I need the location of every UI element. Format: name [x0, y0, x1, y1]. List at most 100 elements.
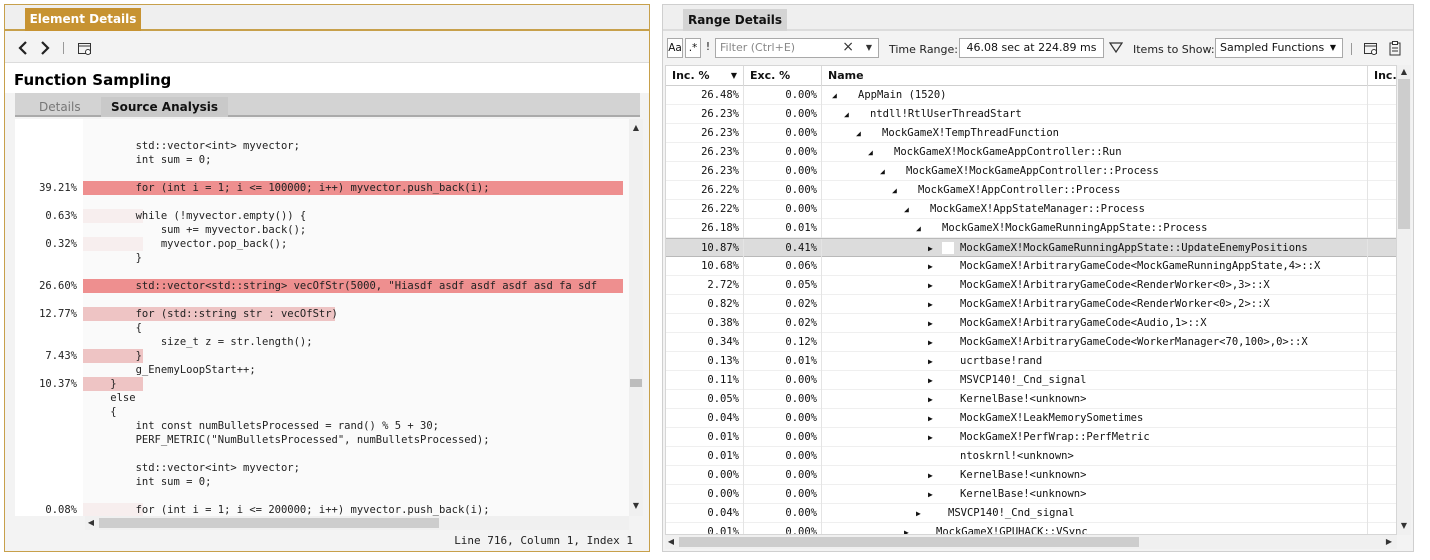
expand-triangle-icon[interactable]: ▶	[928, 371, 933, 390]
table-row[interactable]: 2.72% 0.05% ▶ MockGameX!ArbitraryGameCode<R…	[666, 276, 1396, 295]
code-line[interactable]: sum += myvector.back();	[85, 223, 306, 237]
table-row[interactable]: 0.01% 0.00% ntoskrnl!<unknown>	[666, 447, 1396, 466]
code-horizontal-scrollbar[interactable]: ◀	[85, 516, 629, 530]
code-line[interactable]: else	[85, 391, 135, 405]
items-to-show-select[interactable]: Sampled Functions ▼	[1215, 38, 1343, 58]
code-line[interactable]: }	[85, 251, 142, 265]
expand-triangle-icon[interactable]: ▶	[928, 276, 933, 295]
table-row[interactable]: 10.87% 0.41% ▶ MockGameX!MockGameRunningApp…	[666, 238, 1396, 258]
chevron-down-icon[interactable]: ▼	[866, 43, 872, 52]
collapse-triangle-icon[interactable]: ◢	[880, 162, 885, 181]
match-case-toggle[interactable]: Aa	[667, 38, 683, 58]
expand-triangle-icon[interactable]: ▶	[928, 466, 933, 485]
code-line[interactable]: }	[85, 349, 142, 363]
collapse-triangle-icon[interactable]: ◢	[892, 181, 897, 200]
scroll-thumb[interactable]	[679, 537, 1139, 547]
code-line[interactable]: PERF_METRIC("NumBulletsProcessed", numBu…	[85, 433, 490, 447]
code-line[interactable]: for (int i = 1; i <= 200000; i++) myvect…	[85, 503, 490, 516]
source-code-view[interactable]: 39.21% 0.63% 0.32% 26.60% 12.77% 7.43% 10.37% 0…	[15, 119, 629, 516]
code-line[interactable]: }	[85, 377, 116, 391]
code-line[interactable]: myvector.pop_back();	[85, 237, 287, 251]
expand-triangle-icon[interactable]: ▶	[928, 390, 933, 409]
table-row[interactable]: 26.23% 0.00% ◢ MockGameX!MockGameAppControl…	[666, 162, 1396, 181]
tab-details[interactable]: Details	[29, 97, 91, 117]
scroll-left-arrow-icon[interactable]: ◀	[85, 518, 97, 528]
forward-button[interactable]	[37, 38, 53, 58]
column-header-inc-pct[interactable]: Inc. % ▼	[666, 66, 744, 86]
code-line[interactable]: for (int i = 1; i <= 100000; i++) myvect…	[85, 181, 490, 195]
expand-triangle-icon[interactable]: ▶	[928, 428, 933, 447]
table-row[interactable]: 0.34% 0.12% ▶ MockGameX!ArbitraryGameCode<W…	[666, 333, 1396, 352]
table-row[interactable]: 10.68% 0.06% ▶ MockGameX!ArbitraryGameCode<…	[666, 257, 1396, 276]
table-row[interactable]: 26.22% 0.00% ◢ MockGameX!AppStateManager::P…	[666, 200, 1396, 219]
code-line[interactable]: int const numBulletsProcessed = rand() %…	[85, 419, 439, 433]
code-line[interactable]: std::vector<std::string> vecOfStr(5000, …	[85, 279, 597, 293]
table-row[interactable]: 0.00% 0.00% ▶ KernelBase!<unknown>	[666, 466, 1396, 485]
code-line[interactable]: size_t z = str.length();	[85, 335, 313, 349]
collapse-triangle-icon[interactable]: ◢	[856, 124, 861, 143]
expand-triangle-icon[interactable]: ▶	[928, 333, 933, 352]
table-row[interactable]: 0.13% 0.01% ▶ ucrtbase!rand	[666, 352, 1396, 371]
column-header-name[interactable]: Name	[822, 66, 1368, 86]
table-row[interactable]: 26.48% 0.00% ◢ AppMain (1520)	[666, 86, 1396, 105]
table-row[interactable]: 0.11% 0.00% ▶ MSVCP140!_Cnd_signal	[666, 371, 1396, 390]
call-tree-grid[interactable]: Inc. % ▼ Exc. % Name Inc. 26.48% 0.00% ◢ Ap…	[665, 65, 1397, 535]
expand-triangle-icon[interactable]: ▶	[928, 295, 933, 314]
scroll-thumb[interactable]	[630, 379, 642, 387]
expand-triangle-icon[interactable]: ▶	[928, 314, 933, 333]
tab-range-details[interactable]: Range Details	[683, 9, 787, 31]
table-row[interactable]: 0.82% 0.02% ▶ MockGameX!ArbitraryGameCode<R…	[666, 295, 1396, 314]
table-row[interactable]: 26.23% 0.00% ◢ MockGameX!TempThreadFunction	[666, 124, 1396, 143]
table-row[interactable]: 0.01% 0.00% ▶ MockGameX!PerfWrap::PerfMetri…	[666, 428, 1396, 447]
table-row[interactable]: 0.01% 0.00% ▶ MockGameX!GPUHACK::VSync	[666, 523, 1396, 534]
column-header-inc[interactable]: Inc.	[1368, 66, 1396, 86]
clear-filter-icon[interactable]: ×	[842, 39, 854, 55]
expand-triangle-icon[interactable]: ▶	[928, 409, 933, 428]
expand-triangle-icon[interactable]: ▶	[928, 239, 933, 258]
code-line[interactable]: int sum = 0;	[85, 153, 212, 167]
invert-filter-toggle[interactable]: !	[703, 38, 713, 58]
table-row[interactable]: 0.00% 0.00% ▶ KernelBase!<unknown>	[666, 485, 1396, 504]
code-line[interactable]: g_EnemyLoopStart++;	[85, 363, 256, 377]
view-settings-button[interactable]	[1363, 41, 1379, 57]
expand-triangle-icon[interactable]: ▶	[928, 257, 933, 276]
expand-triangle-icon[interactable]: ▶	[928, 485, 933, 504]
expand-triangle-icon[interactable]: ▶	[916, 504, 921, 523]
table-row[interactable]: 0.04% 0.00% ▶ MockGameX!LeakMemorySometimes	[666, 409, 1396, 428]
code-line[interactable]: std::vector<int> myvector;	[85, 461, 300, 475]
table-row[interactable]: 26.18% 0.01% ◢ MockGameX!MockGameRunningApp…	[666, 219, 1396, 238]
scroll-up-arrow-icon[interactable]: ▲	[630, 123, 642, 133]
tab-element-details[interactable]: Element Details	[25, 8, 141, 31]
table-row[interactable]: 0.04% 0.00% ▶ MSVCP140!_Cnd_signal	[666, 504, 1396, 523]
code-line[interactable]: int sum = 0;	[85, 475, 212, 489]
scroll-thumb[interactable]	[99, 518, 439, 528]
scroll-right-arrow-icon[interactable]: ▶	[1383, 537, 1395, 547]
filter-input[interactable]: Filter (Ctrl+E) × ▼	[715, 38, 879, 58]
tab-source-analysis[interactable]: Source Analysis	[101, 97, 229, 117]
scroll-down-arrow-icon[interactable]: ▼	[1398, 521, 1410, 531]
code-line[interactable]: while (!myvector.empty()) {	[85, 209, 307, 223]
grid-vertical-scrollbar[interactable]: ▲ ▼	[1397, 65, 1411, 535]
time-range-field[interactable]: 46.08 sec at 224.89 ms	[959, 38, 1104, 58]
expand-triangle-icon[interactable]: ▶	[928, 352, 933, 371]
grid-horizontal-scrollbar[interactable]: ◀ ▶	[665, 535, 1397, 549]
table-row[interactable]: 26.23% 0.00% ◢ ntdll!RtlUserThreadStart	[666, 105, 1396, 124]
scroll-down-arrow-icon[interactable]: ▼	[630, 501, 642, 511]
copy-button[interactable]	[1387, 40, 1403, 56]
scroll-up-arrow-icon[interactable]: ▲	[1398, 67, 1410, 77]
code-line[interactable]: {	[85, 321, 142, 335]
code-area[interactable]: std::vector<int> myvector; int sum = 0; …	[83, 119, 629, 516]
scroll-left-arrow-icon[interactable]: ◀	[665, 537, 677, 547]
code-line[interactable]: for (std::string str : vecOfStr)	[85, 307, 338, 321]
collapse-triangle-icon[interactable]: ◢	[844, 105, 849, 124]
collapse-triangle-icon[interactable]: ◢	[916, 219, 921, 238]
code-line[interactable]: {	[85, 405, 116, 419]
collapse-triangle-icon[interactable]: ◢	[832, 86, 837, 105]
collapse-triangle-icon[interactable]: ◢	[868, 143, 873, 162]
table-row[interactable]: 26.23% 0.00% ◢ MockGameX!MockGameAppControl…	[666, 143, 1396, 162]
scroll-thumb[interactable]	[1398, 79, 1410, 229]
collapse-triangle-icon[interactable]: ◢	[904, 200, 909, 219]
table-row[interactable]: 0.38% 0.02% ▶ MockGameX!ArbitraryGameCode<A…	[666, 314, 1396, 333]
expand-triangle-icon[interactable]: ▶	[904, 523, 909, 534]
table-row[interactable]: 26.22% 0.00% ◢ MockGameX!AppController::Pro…	[666, 181, 1396, 200]
